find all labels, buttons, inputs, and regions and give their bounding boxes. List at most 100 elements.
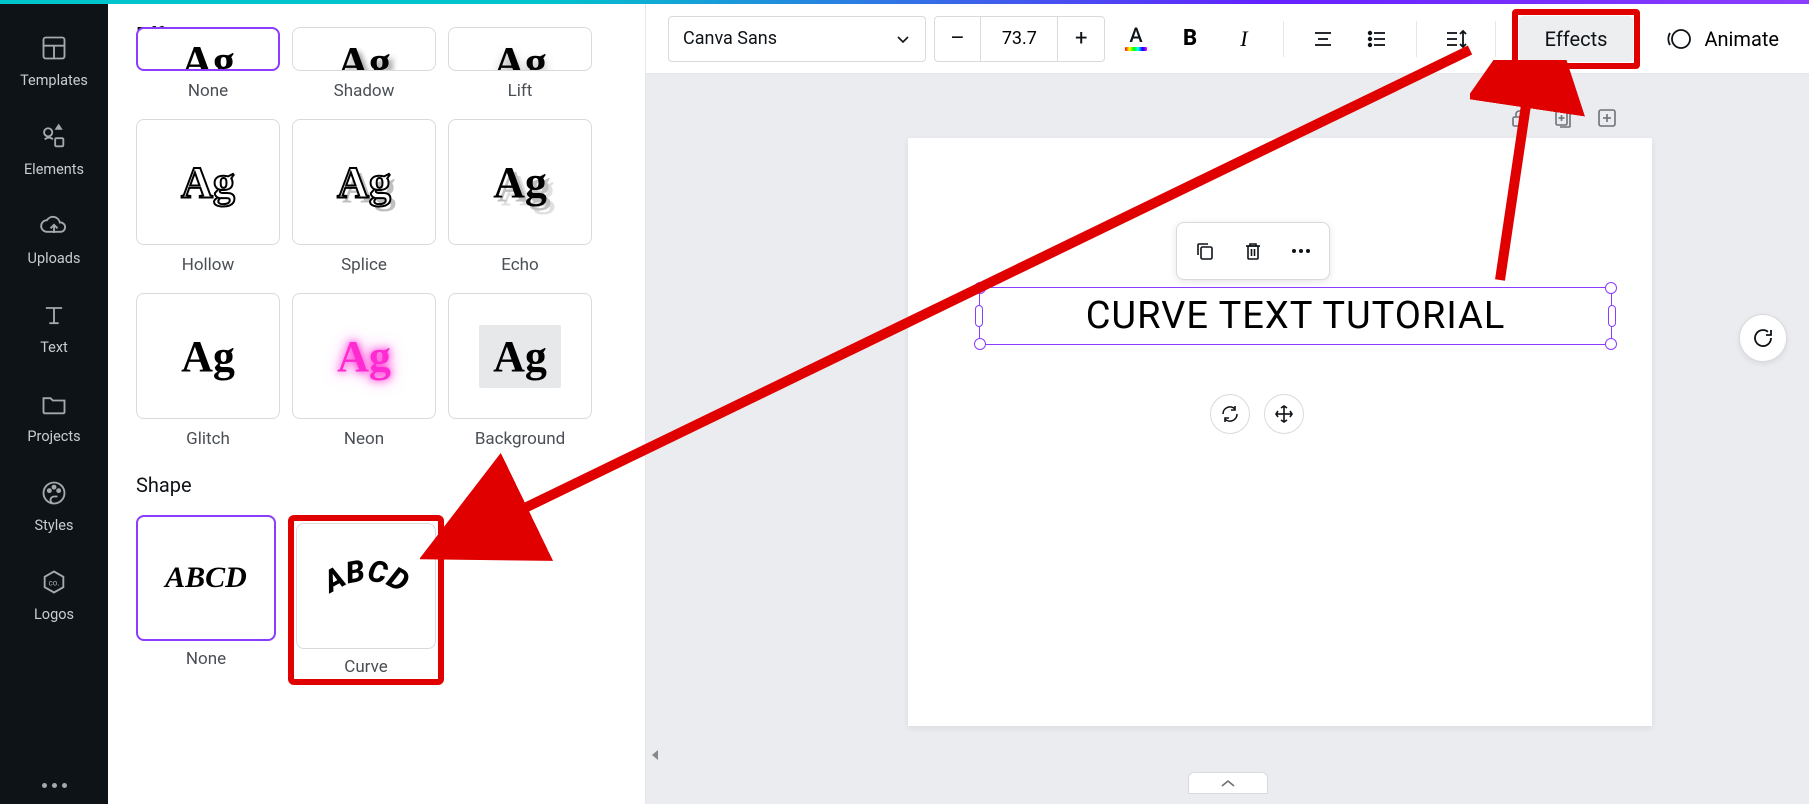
rail-styles[interactable]: Styles (0, 465, 108, 554)
annotation-curve-highlight: ABCD Curve (288, 515, 444, 685)
copy-icon (1194, 240, 1216, 262)
page-strip-toggle[interactable] (1188, 772, 1268, 794)
effects-panel: Effects AgNone AgShadow AgLift AgHollow … (108, 4, 646, 804)
style-background[interactable]: Ag (448, 293, 592, 419)
selected-text-element[interactable]: CURVE TEXT TUTORIAL (979, 287, 1612, 345)
canvas-text: CURVE TEXT TUTORIAL (980, 288, 1611, 344)
style-echo-label: Echo (501, 255, 538, 275)
style-neon[interactable]: Ag (292, 293, 436, 419)
sync-button[interactable] (1210, 394, 1250, 434)
duplicate-element-button[interactable] (1183, 231, 1227, 271)
elements-icon (40, 123, 68, 151)
animate-button[interactable]: Animate (1648, 16, 1787, 62)
bold-icon: B (1183, 26, 1197, 51)
rotate-icon (1751, 326, 1775, 350)
chevron-up-icon (1220, 778, 1236, 788)
delete-element-button[interactable] (1231, 231, 1275, 271)
rail-text[interactable]: Text (0, 287, 108, 376)
animate-label: Animate (1704, 27, 1779, 51)
move-button[interactable] (1264, 394, 1304, 434)
add-page-icon (1596, 107, 1618, 129)
move-icon (1274, 404, 1294, 424)
style-glitch[interactable]: Ag (136, 293, 280, 419)
font-size-increase[interactable]: + (1058, 17, 1104, 61)
spacing-button[interactable] (1433, 16, 1479, 62)
style-none[interactable]: Ag (136, 27, 280, 71)
style-splice-label: Splice (341, 255, 387, 275)
projects-icon (40, 390, 68, 418)
rail-uploads[interactable]: Uploads (0, 198, 108, 287)
list-button[interactable] (1354, 16, 1400, 62)
lock-button[interactable] (1505, 104, 1533, 132)
trash-icon (1242, 240, 1264, 262)
more-element-button[interactable] (1279, 231, 1323, 271)
spacing-icon (1444, 28, 1468, 50)
text-icon (40, 301, 68, 329)
page-controls (1505, 104, 1621, 132)
shape-none-preview: ABCD (165, 561, 247, 595)
alignment-button[interactable] (1300, 16, 1346, 62)
horizontal-scroll-left[interactable] (652, 750, 660, 758)
transform-controls (1210, 394, 1304, 434)
rail-projects-label: Projects (27, 428, 80, 445)
text-toolbar: Canva Sans – + A B I Effects Animate (646, 4, 1809, 74)
shape-curve-label: Curve (344, 657, 388, 677)
style-shadow-label: Shadow (334, 81, 395, 101)
add-page-button[interactable] (1593, 104, 1621, 132)
italic-button[interactable]: I (1221, 16, 1267, 62)
font-size-group: – + (934, 16, 1106, 62)
shape-heading: Shape (136, 473, 617, 497)
chevron-down-icon (895, 31, 911, 47)
animate-icon (1666, 26, 1692, 52)
bold-button[interactable]: B (1167, 16, 1213, 62)
svg-text:A: A (1130, 24, 1144, 47)
duplicate-icon (1552, 107, 1574, 129)
rail-elements-label: Elements (24, 161, 84, 178)
rail-logos[interactable]: co. Logos (0, 554, 108, 643)
style-none-label: None (188, 81, 228, 101)
rail-templates[interactable]: Templates (0, 20, 108, 109)
rotate-button[interactable] (1739, 314, 1787, 362)
effects-button[interactable]: Effects (1519, 16, 1634, 62)
shape-curve[interactable]: ABCD (296, 523, 436, 649)
rail-projects[interactable]: Projects (0, 376, 108, 465)
svg-text:ABCD: ABCD (316, 554, 415, 601)
text-color-button[interactable]: A (1113, 16, 1159, 62)
rail-elements[interactable]: Elements (0, 109, 108, 198)
font-size-input[interactable] (980, 17, 1058, 61)
style-splice[interactable]: Ag (292, 119, 436, 245)
rail-text-label: Text (40, 339, 68, 356)
rail-more[interactable] (42, 773, 67, 798)
italic-icon: I (1240, 26, 1247, 52)
canvas-area: CURVE TEXT TUTORIAL (646, 74, 1809, 804)
logos-icon: co. (40, 568, 68, 596)
styles-icon (40, 479, 68, 507)
style-echo[interactable]: Ag (448, 119, 592, 245)
style-background-label: Background (475, 429, 565, 449)
svg-text:co.: co. (48, 578, 59, 588)
style-neon-label: Neon (344, 429, 384, 449)
rail-templates-label: Templates (20, 72, 88, 89)
more-icon (1290, 247, 1312, 255)
text-color-icon: A (1121, 24, 1151, 54)
align-icon (1312, 28, 1334, 50)
shape-none[interactable]: ABCD (136, 515, 276, 641)
font-selector[interactable]: Canva Sans (668, 16, 926, 62)
shape-row: ABCD None ABCD Curve (136, 515, 617, 685)
rail-logos-label: Logos (34, 606, 74, 623)
left-nav-rail: Templates Elements Uploads Text Projects… (0, 4, 108, 804)
style-shadow[interactable]: Ag (292, 27, 436, 71)
duplicate-page-button[interactable] (1549, 104, 1577, 132)
floating-element-toolbar (1176, 222, 1330, 280)
font-size-decrease[interactable]: – (935, 17, 981, 61)
rail-uploads-label: Uploads (28, 250, 81, 267)
style-lift-label: Lift (508, 81, 533, 101)
rail-styles-label: Styles (35, 517, 74, 534)
style-lift[interactable]: Ag (448, 27, 592, 71)
font-name: Canva Sans (683, 28, 777, 49)
style-hollow[interactable]: Ag (136, 119, 280, 245)
style-effects-grid: Ag None Ag Shadow Ag Lift Ag Hollow Ag Splice… (136, 27, 617, 449)
uploads-icon (40, 212, 68, 240)
style-hollow-label: Hollow (182, 255, 235, 275)
lock-icon (1508, 107, 1530, 129)
